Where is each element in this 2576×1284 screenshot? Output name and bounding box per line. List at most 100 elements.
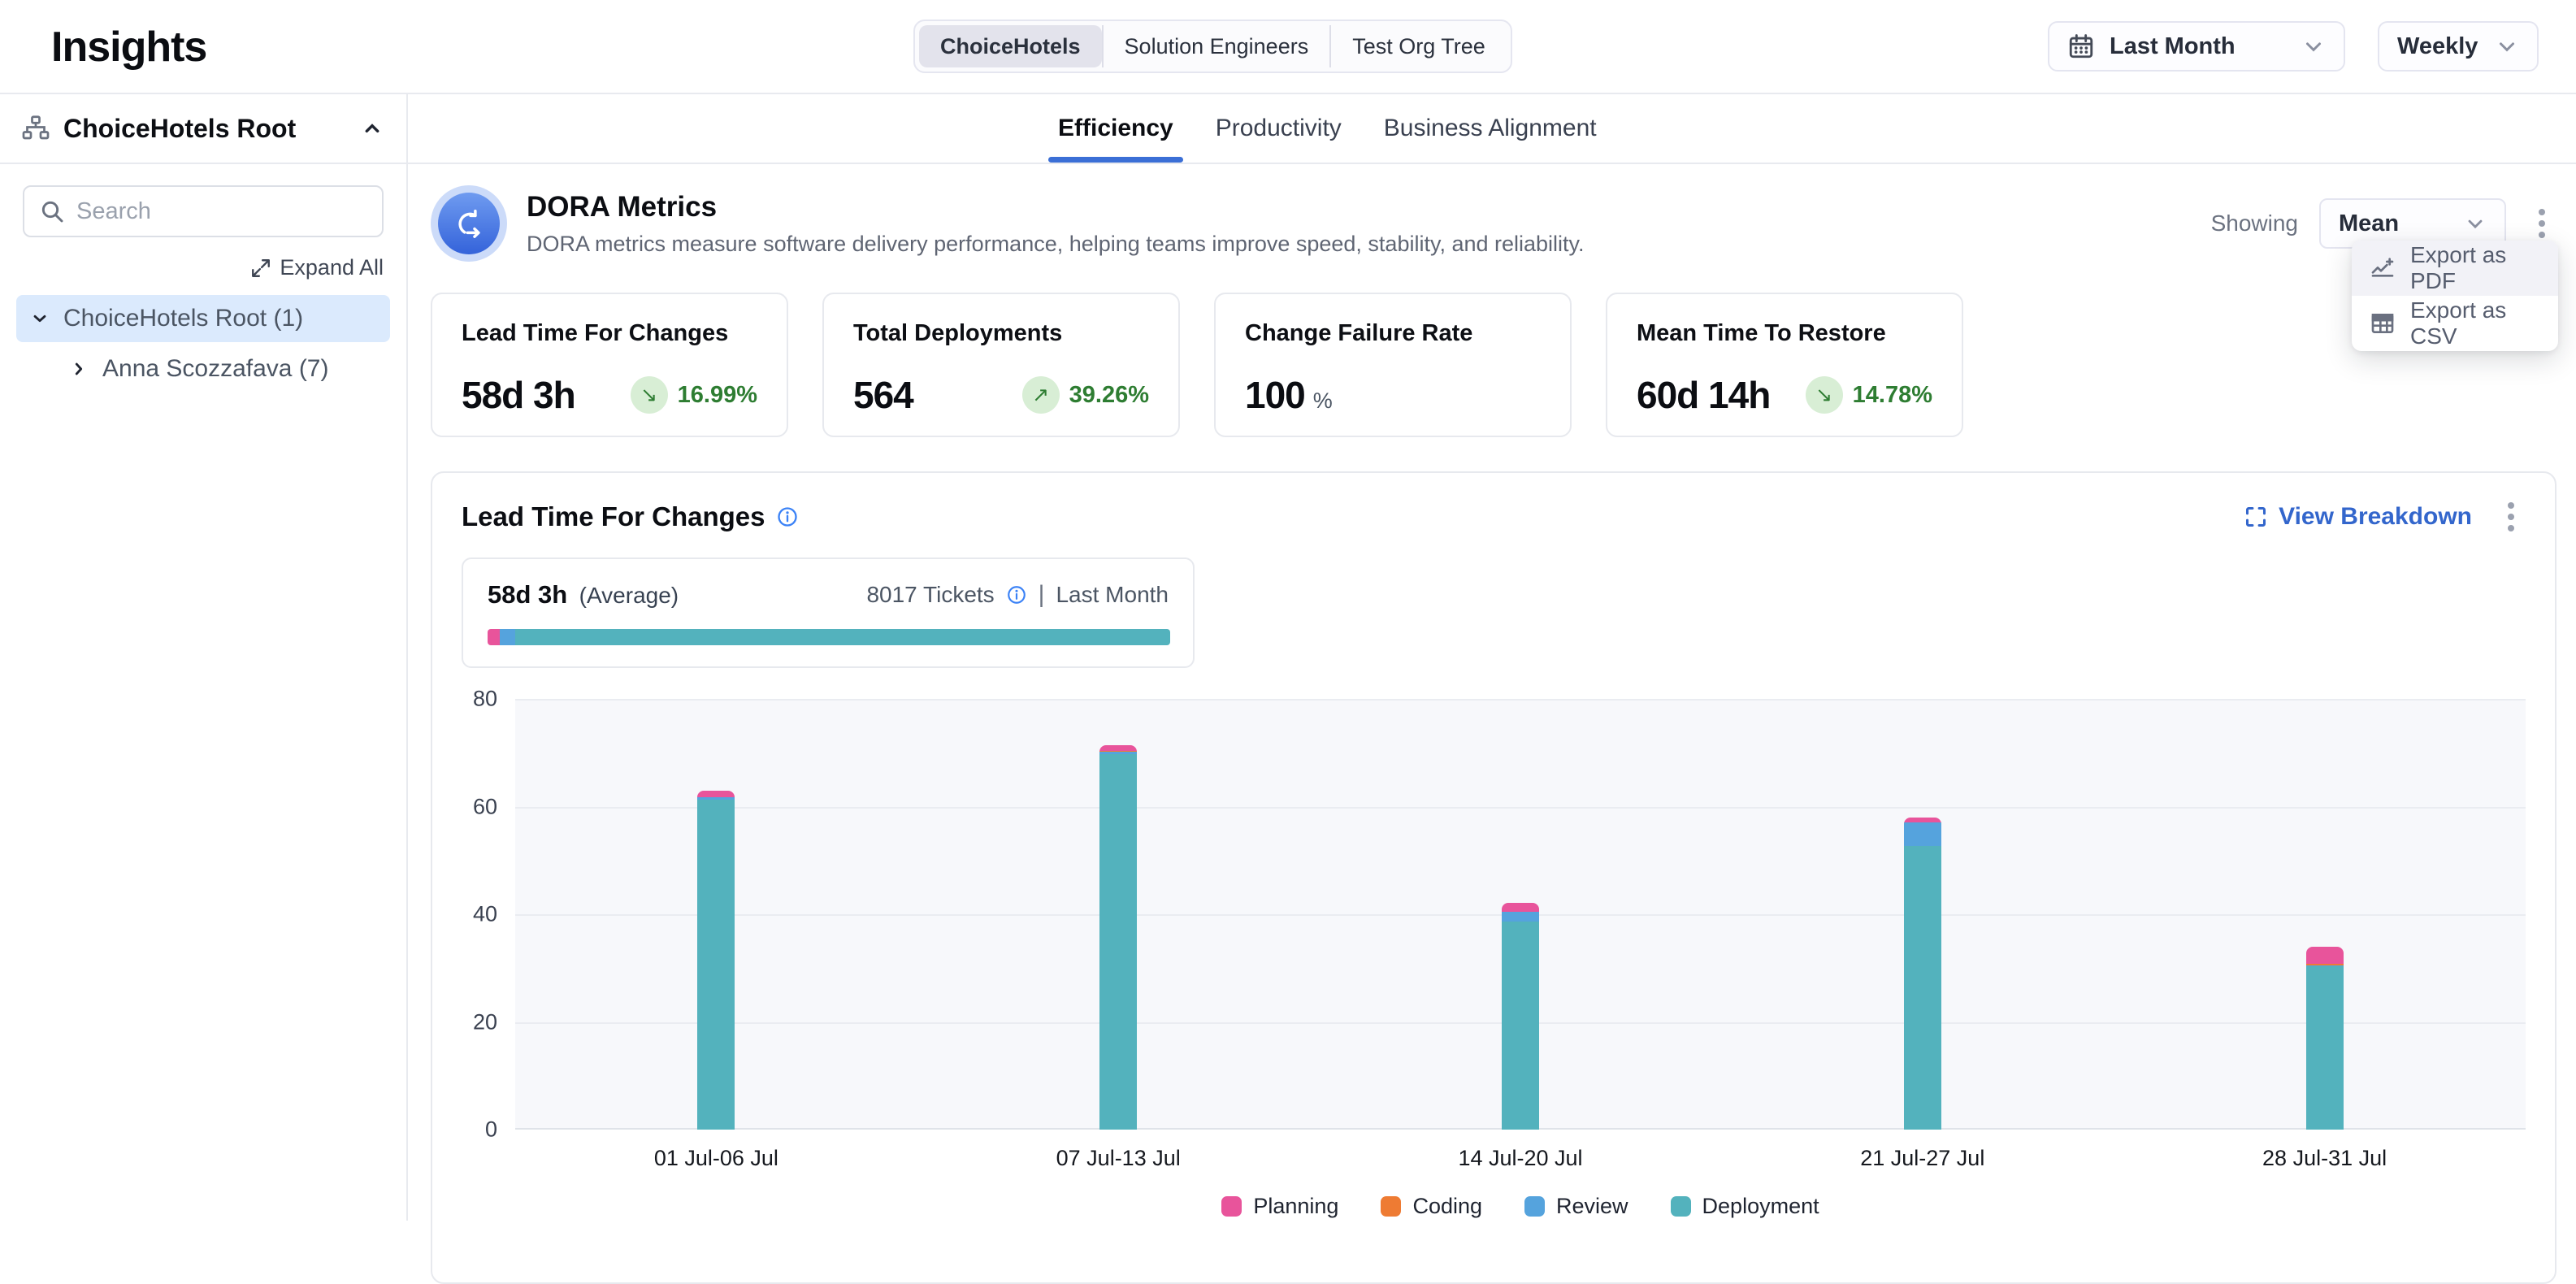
x-tick-label: 01 Jul-06 Jul (515, 1146, 917, 1171)
x-tick-label: 07 Jul-13 Jul (917, 1146, 1320, 1171)
bar-stack[interactable] (1502, 903, 1539, 1130)
bar-segment-deployment[interactable] (1904, 846, 1941, 1130)
export-pdf-item[interactable]: Export as PDF (2352, 241, 2558, 296)
sidebar: ChoiceHotels Root Expand All ChoiceHotel… (0, 94, 408, 1221)
y-axis: 020406080 (462, 699, 515, 1130)
showing-label: Showing (2211, 210, 2298, 236)
collapse-chevron-up-icon[interactable] (359, 115, 385, 141)
bar-segment-deployment[interactable] (1099, 754, 1137, 1130)
export-csv-item[interactable]: Export as CSV (2352, 296, 2558, 351)
x-tick-label: 14 Jul-20 Jul (1320, 1146, 1722, 1171)
y-tick-label: 60 (473, 794, 497, 819)
metric-cards: Lead Time For Changes 58d 3h ↘ 16.99% To… (431, 293, 2556, 437)
card-title: Total Deployments (853, 320, 1149, 347)
card-title: Lead Time For Changes (462, 320, 757, 347)
trend-up-icon: ↗ (1022, 376, 1060, 414)
tree-item-anna-scozzafava[interactable]: Anna Scozzafava (7) (55, 345, 390, 393)
delta-value: 39.26% (1069, 382, 1149, 409)
y-tick-label: 40 (473, 902, 497, 927)
separator: | (1039, 581, 1045, 609)
sidebar-search (23, 185, 384, 237)
chevron-down-icon (2301, 34, 2326, 59)
card-title: Mean Time To Restore (1637, 320, 1932, 347)
dora-kebab-menu-icon[interactable] (2527, 201, 2556, 246)
chevron-right-icon (68, 358, 89, 380)
legend-item-coding[interactable]: Coding (1381, 1194, 1482, 1219)
chart-legend: Planning Coding Review Deployment (515, 1194, 2526, 1219)
bar-segment-deployment[interactable] (2306, 966, 2344, 1130)
bar-stack[interactable] (2306, 947, 2344, 1130)
info-icon[interactable] (1006, 584, 1027, 605)
info-icon[interactable] (776, 505, 799, 528)
legend-swatch (1524, 1196, 1545, 1217)
chart-kebab-menu-icon[interactable] (2496, 494, 2526, 540)
lead-time-chart-card: Lead Time For Changes V (431, 471, 2556, 1284)
aggregation-value: Mean (2339, 210, 2399, 237)
bar-segment-review[interactable] (1502, 912, 1539, 922)
card-unit: % (1313, 388, 1333, 414)
summary-period: Last Month (1056, 582, 1169, 608)
bar-segment-planning[interactable] (1502, 903, 1539, 912)
bar-segment-planning[interactable] (2306, 947, 2344, 964)
x-axis-labels: 01 Jul-06 Jul07 Jul-13 Jul14 Jul-20 Jul2… (515, 1146, 2526, 1171)
card-total-deployments: Total Deployments 564 ↗ 39.26% (822, 293, 1180, 437)
bar-stack[interactable] (1099, 745, 1137, 1130)
org-tab-test-org-tree[interactable]: Test Org Tree (1329, 25, 1507, 67)
card-value: 60d 14h (1637, 373, 1770, 417)
bar-stack[interactable] (1904, 818, 1941, 1130)
card-mean-time-to-restore: Mean Time To Restore 60d 14h ↘ 14.78% (1606, 293, 1963, 437)
legend-swatch (1221, 1196, 1242, 1217)
card-value: 564 (853, 373, 913, 417)
bar-segment-planning[interactable] (697, 791, 735, 797)
chart-summary-box: 58d 3h (Average) 8017 Tickets | Last Mon… (462, 557, 1195, 668)
table-icon (2370, 310, 2396, 336)
progress-segment-deployment (515, 629, 1170, 645)
tree-item-label: Anna Scozzafava (7) (102, 355, 328, 383)
bar-group (1721, 699, 2123, 1130)
bar-segment-review[interactable] (1904, 822, 1941, 845)
tree-item-root[interactable]: ChoiceHotels Root (1) (16, 295, 390, 342)
org-tab-choicehotels[interactable]: ChoiceHotels (919, 25, 1102, 67)
chart-title: Lead Time For Changes (462, 501, 765, 532)
card-value: 100 (1245, 373, 1305, 417)
org-tree: ChoiceHotels Root (1) Anna Scozzafava (7… (16, 295, 390, 393)
chart-plot (515, 699, 2526, 1130)
export-menu: Export as PDF Export as CSV (2352, 241, 2558, 351)
chevron-down-icon (2464, 212, 2487, 235)
y-tick-label: 0 (485, 1117, 497, 1143)
bar-segment-deployment[interactable] (1502, 922, 1539, 1130)
org-tab-solution-engineers[interactable]: Solution Engineers (1102, 25, 1330, 67)
chart-line-icon (2370, 255, 2396, 281)
sidebar-header: ChoiceHotels Root (0, 94, 406, 164)
granularity-select[interactable]: Weekly (2378, 21, 2539, 72)
search-icon (39, 198, 65, 224)
bar-stack[interactable] (697, 791, 735, 1130)
card-title: Change Failure Rate (1245, 320, 1541, 347)
expand-all-button[interactable]: Expand All (0, 255, 384, 280)
legend-label: Review (1556, 1194, 1628, 1219)
tab-efficiency[interactable]: Efficiency (1055, 94, 1177, 163)
delta-value: 14.78% (1853, 382, 1932, 409)
dora-description: DORA metrics measure software delivery p… (527, 232, 1585, 257)
date-range-select[interactable]: Last Month (2048, 21, 2345, 72)
legend-item-review[interactable]: Review (1524, 1194, 1628, 1219)
y-tick-label: 20 (473, 1009, 497, 1035)
export-pdf-label: Export as PDF (2410, 242, 2540, 294)
tab-business-alignment[interactable]: Business Alignment (1381, 94, 1600, 163)
progress-segment-planning (488, 629, 500, 645)
legend-item-deployment[interactable]: Deployment (1671, 1194, 1819, 1219)
export-csv-label: Export as CSV (2410, 297, 2540, 349)
legend-item-planning[interactable]: Planning (1221, 1194, 1338, 1219)
chevron-down-icon (29, 308, 50, 329)
content: DORA Metrics DORA metrics measure softwa… (431, 164, 2556, 1284)
view-breakdown-button[interactable]: View Breakdown (2244, 503, 2472, 531)
delta-value: 16.99% (678, 382, 757, 409)
bar-segment-planning[interactable] (1099, 745, 1137, 751)
delta-badge: ↗ 39.26% (1022, 376, 1149, 414)
search-input[interactable] (76, 198, 367, 225)
main-area: Efficiency Productivity Business Alignme… (408, 94, 2576, 1221)
tab-productivity[interactable]: Productivity (1212, 94, 1345, 163)
bar-segment-deployment[interactable] (697, 800, 735, 1130)
granularity-value: Weekly (2397, 33, 2478, 60)
dora-header: DORA Metrics DORA metrics measure softwa… (431, 185, 2556, 262)
